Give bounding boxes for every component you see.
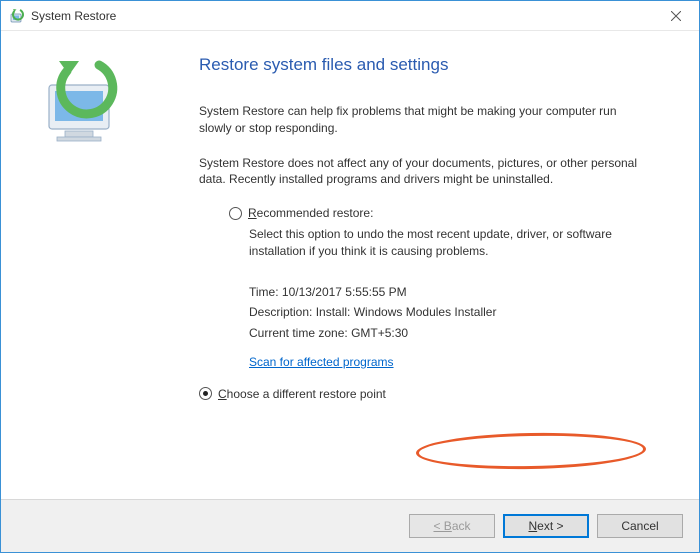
footer-buttons: < Back Next > Cancel (1, 499, 699, 552)
back-button: < Back (409, 514, 495, 538)
radio-icon (199, 387, 212, 400)
restore-details: Time: 10/13/2017 5:55:55 PM Description:… (249, 282, 659, 343)
page-heading: Restore system files and settings (199, 55, 659, 75)
restore-options: Recommended restore: Select this option … (229, 206, 659, 401)
cancel-button[interactable]: Cancel (597, 514, 683, 538)
intro-paragraph-2: System Restore does not affect any of yo… (199, 155, 639, 189)
restore-description: Description: Install: Windows Modules In… (249, 302, 659, 322)
intro-paragraph-1: System Restore can help fix problems tha… (199, 103, 639, 137)
titlebar: System Restore (1, 1, 699, 31)
close-button[interactable] (653, 1, 699, 31)
radio-icon (229, 207, 242, 220)
recommended-restore-option[interactable]: Recommended restore: (229, 206, 659, 220)
next-button[interactable]: Next > (503, 514, 589, 538)
system-restore-icon (9, 8, 25, 24)
sidebar (1, 31, 171, 499)
recommended-restore-desc: Select this option to undo the most rece… (249, 226, 629, 260)
restore-timezone: Current time zone: GMT+5:30 (249, 323, 659, 343)
recommended-restore-label: Recommended restore: (248, 206, 373, 220)
main-content: Restore system files and settings System… (171, 31, 699, 499)
window-title: System Restore (31, 9, 116, 23)
choose-different-restore-option[interactable]: Choose a different restore point (199, 387, 659, 401)
choose-different-label: Choose a different restore point (218, 387, 386, 401)
system-restore-graphic-icon (31, 53, 131, 133)
restore-time: Time: 10/13/2017 5:55:55 PM (249, 282, 659, 302)
scan-affected-programs-link[interactable]: Scan for affected programs (249, 355, 394, 369)
